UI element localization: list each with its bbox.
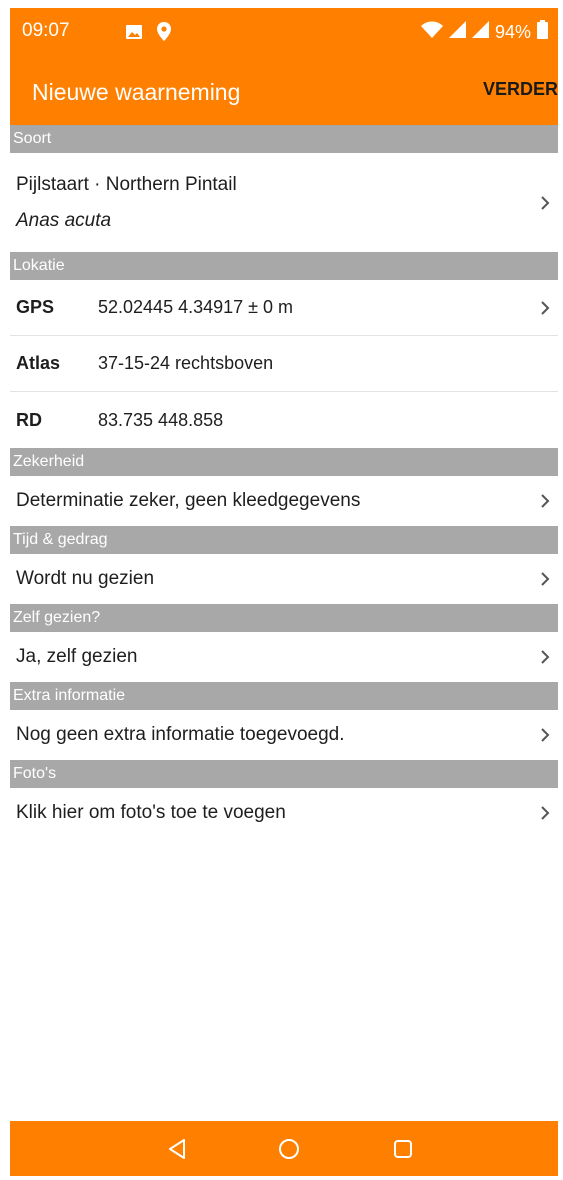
wifi-icon bbox=[420, 21, 443, 44]
battery-percent: 94% bbox=[494, 21, 531, 42]
gps-value: 52.02445 4.34917 ± 0 m bbox=[98, 297, 294, 317]
chevron-right-icon bbox=[536, 648, 554, 666]
home-circle-icon[interactable] bbox=[278, 1138, 300, 1160]
extra-info-value: Nog geen extra informatie toegevoegd. bbox=[16, 724, 345, 745]
location-gps-row[interactable]: GPS 52.02445 4.34917 ± 0 m bbox=[10, 280, 558, 336]
atlas-value: 37-15-24 rechtsboven bbox=[98, 353, 274, 373]
certainty-value: Determinatie zeker, geen kleedgegevens bbox=[16, 490, 361, 511]
rd-value: 83.735 448.858 bbox=[98, 409, 224, 430]
self-seen-row[interactable]: Ja, zelf gezien bbox=[10, 632, 558, 682]
rd-label: RD bbox=[16, 409, 42, 430]
section-header-zelf-gezien: Zelf gezien? bbox=[10, 604, 558, 632]
atlas-label: Atlas bbox=[16, 353, 61, 373]
location-pin-icon bbox=[157, 22, 171, 46]
status-time: 09:07 bbox=[22, 20, 70, 41]
page-title: Nieuwe waarneming bbox=[32, 79, 241, 105]
app-bar: Nieuwe waarneming VERDER bbox=[10, 58, 558, 125]
status-bar: 09:07 94% bbox=[10, 8, 558, 58]
species-row[interactable]: Pijlstaart · Northern Pintail Anas acuta bbox=[10, 153, 558, 252]
certainty-row[interactable]: Determinatie zeker, geen kleedgegevens bbox=[10, 476, 558, 526]
observation-form: Soort Pijlstaart · Northern Pintail Anas… bbox=[10, 125, 558, 838]
location-atlas-row: Atlas 37-15-24 rechtsboven bbox=[10, 336, 558, 392]
section-header-fotos: Foto's bbox=[10, 760, 558, 788]
section-header-lokatie: Lokatie bbox=[10, 252, 558, 280]
signal-icon bbox=[448, 21, 466, 43]
chevron-right-icon bbox=[536, 804, 554, 822]
section-header-extra-informatie: Extra informatie bbox=[10, 682, 558, 710]
chevron-right-icon bbox=[536, 194, 554, 212]
verder-button[interactable]: VERDER bbox=[483, 79, 558, 100]
photos-row[interactable]: Klik hier om foto's toe te voegen bbox=[10, 788, 558, 838]
species-name: Pijlstaart · Northern Pintail bbox=[16, 173, 237, 195]
time-behavior-value: Wordt nu gezien bbox=[16, 568, 155, 589]
battery-icon bbox=[537, 20, 548, 44]
chevron-right-icon bbox=[536, 492, 554, 510]
app-screen: 09:07 94% Nieuwe waarneming VERDER Soort… bbox=[10, 8, 558, 1176]
extra-info-row[interactable]: Nog geen extra informatie toegevoegd. bbox=[10, 710, 558, 760]
location-rd-row: RD 83.735 448.858 bbox=[10, 392, 558, 448]
status-icons-right: 94% bbox=[420, 20, 548, 44]
status-icons-left bbox=[125, 22, 171, 46]
navigation-bar bbox=[10, 1121, 558, 1176]
section-header-zekerheid: Zekerheid bbox=[10, 448, 558, 476]
image-icon bbox=[125, 23, 143, 46]
recents-square-icon[interactable] bbox=[392, 1138, 414, 1160]
section-header-soort: Soort bbox=[10, 125, 558, 153]
time-behavior-row[interactable]: Wordt nu gezien bbox=[10, 554, 558, 604]
chevron-right-icon bbox=[536, 570, 554, 588]
signal-icon bbox=[471, 21, 489, 43]
section-header-tijd-gedrag: Tijd & gedrag bbox=[10, 526, 558, 554]
back-triangle-icon[interactable] bbox=[166, 1138, 188, 1160]
chevron-right-icon bbox=[536, 299, 554, 317]
gps-label: GPS bbox=[16, 297, 55, 317]
self-seen-value: Ja, zelf gezien bbox=[16, 646, 138, 667]
species-latin-name: Anas acuta bbox=[16, 209, 112, 231]
photos-value: Klik hier om foto's toe te voegen bbox=[16, 802, 286, 823]
chevron-right-icon bbox=[536, 726, 554, 744]
